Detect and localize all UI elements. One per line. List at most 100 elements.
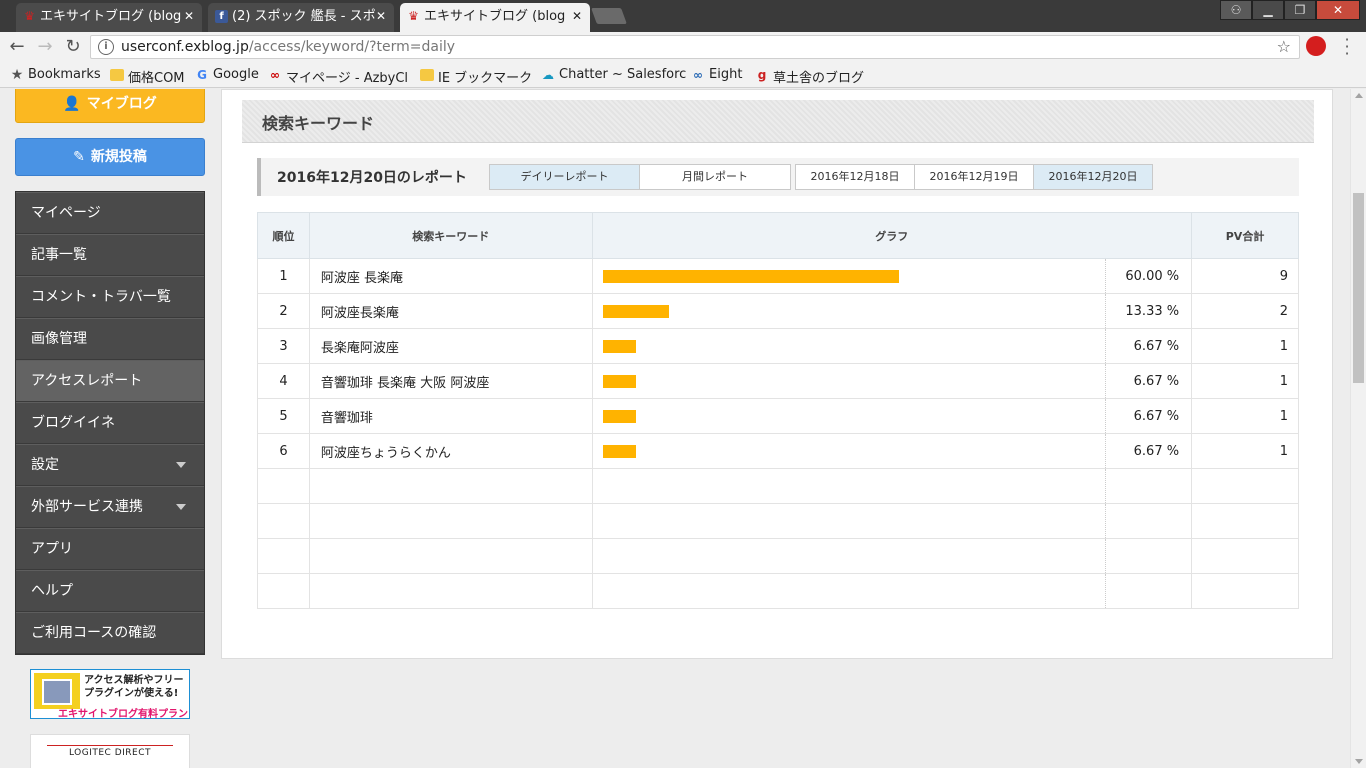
url-path: /access/keyword/?term=daily (248, 39, 456, 55)
new-post-button[interactable]: ✎ 新規投稿 (15, 138, 205, 176)
myblog-button[interactable]: 👤 マイブログ (15, 89, 205, 123)
date-tab-1219[interactable]: 2016年12月19日 (914, 164, 1034, 190)
sidebar-item-external-services[interactable]: 外部サービス連携 (16, 486, 204, 528)
restore-icon[interactable]: ❐ (1284, 0, 1316, 20)
sidebar-item-images[interactable]: 画像管理 (16, 318, 204, 360)
date-tab-1220[interactable]: 2016年12月20日 (1033, 164, 1153, 190)
minimize-icon[interactable]: ▁ (1252, 0, 1284, 20)
banner-image (34, 673, 80, 709)
browser-tab-3-active[interactable]: ♛ エキサイトブログ (blog ✕ (400, 3, 590, 32)
tab-close-icon[interactable]: ✕ (376, 3, 386, 30)
back-arrow-icon[interactable]: ← (6, 36, 28, 58)
share-bar (602, 409, 636, 423)
bookmarks-bar: ★ Bookmarks 価格COM G Google ∞ マイページ - AzbyCl… (0, 62, 1366, 88)
bookmark-item[interactable]: ☁ Chatter ~ Salesforc (541, 67, 686, 82)
banner-line-3: エキサイトブログ有料プラン (58, 709, 188, 720)
scroll-thumb[interactable] (1353, 193, 1364, 383)
new-tab-button[interactable] (591, 8, 627, 24)
user-profile-icon[interactable]: ⚇ (1220, 0, 1252, 20)
scroll-down-icon[interactable] (1355, 759, 1363, 764)
close-window-icon[interactable]: ✕ (1316, 0, 1360, 20)
bookmark-label: Bookmarks (28, 67, 101, 82)
scroll-up-icon[interactable] (1355, 93, 1363, 98)
cell-empty (591, 503, 1107, 539)
cell-empty (591, 573, 1107, 609)
bookmark-label: Eight (709, 67, 743, 82)
site-info-icon[interactable]: i (98, 39, 114, 55)
sidebar-item-label: ヘルプ (31, 583, 73, 599)
cell-rank: 3 (257, 328, 310, 364)
share-bar (602, 339, 636, 353)
cell-graph (591, 363, 1107, 399)
sidebar-item-course[interactable]: ご利用コースの確認 (16, 612, 204, 654)
google-icon: G (197, 68, 207, 82)
table-row: 6 阿波座ちょうらくかん 6.67 % 1 (257, 433, 1299, 469)
sidebar-item-comments[interactable]: コメント・トラバ一覧 (16, 276, 204, 318)
header-graph: グラフ (591, 212, 1193, 259)
cell-empty (308, 468, 593, 504)
share-bar (602, 269, 899, 283)
header-keyword: 検索キーワード (308, 212, 593, 259)
tab-daily-report[interactable]: デイリーレポート (489, 164, 640, 190)
cell-percent: 6.67 % (1105, 363, 1193, 399)
azby-icon: ∞ (270, 68, 280, 82)
browser-menu-icon[interactable]: · · · (1340, 32, 1354, 62)
cell-keyword: 音響珈琲 (308, 398, 593, 434)
cell-percent: 60.00 % (1105, 258, 1193, 294)
bookmark-item[interactable]: IE ブックマーク (420, 67, 532, 86)
sidebar-item-articles[interactable]: 記事一覧 (16, 234, 204, 276)
url-host: userconf.exblog.jp (121, 39, 249, 55)
sidebar-item-help[interactable]: ヘルプ (16, 570, 204, 612)
cell-keyword: 阿波座 長楽庵 (308, 258, 593, 294)
cell-pv: 1 (1191, 363, 1299, 399)
myblog-label: マイブログ (86, 96, 157, 112)
extension-icon[interactable] (1306, 36, 1326, 56)
sidebar-item-mypage[interactable]: マイページ (16, 192, 204, 234)
tab-label: 月間レポート (682, 170, 748, 183)
browser-tab-2[interactable]: f (2) スポック 艦長 - スポ ✕ (208, 3, 394, 32)
page-scrollbar[interactable] (1350, 89, 1366, 768)
banner-text: アクセス解析やフリー プラグインが使える! (84, 674, 184, 700)
sidebar-item-settings[interactable]: 設定 (16, 444, 204, 486)
cell-empty (308, 573, 593, 609)
bookmark-item[interactable]: G Google (195, 67, 259, 82)
sidebar-item-apps[interactable]: アプリ (16, 528, 204, 570)
bookmark-item[interactable]: ∞ マイページ - AzbyCl (268, 67, 408, 86)
bookmark-item[interactable]: g 草土舎のブログ (755, 67, 864, 86)
cell-percent: 6.67 % (1105, 328, 1193, 364)
sidebar-item-blog-iine[interactable]: ブログイイネ (16, 402, 204, 444)
tab-close-icon[interactable]: ✕ (184, 3, 194, 30)
bookmark-item[interactable]: ★ Bookmarks (10, 67, 101, 82)
sidebar-item-access-report[interactable]: アクセスレポート (16, 360, 204, 402)
bookmark-item[interactable]: 価格COM (110, 67, 185, 86)
caret-down-icon (176, 504, 186, 510)
new-post-label: 新規投稿 (90, 149, 147, 165)
url-input[interactable]: i userconf.exblog.jp/access/keyword/?ter… (90, 35, 1300, 59)
cell-empty (1191, 468, 1299, 504)
cell-percent: 6.67 % (1105, 433, 1193, 469)
reload-icon[interactable]: ↻ (62, 36, 84, 58)
sidebar-item-label: 設定 (31, 457, 59, 473)
caret-down-icon (176, 462, 186, 468)
tab-close-icon[interactable]: ✕ (572, 3, 582, 30)
paid-plan-banner[interactable]: アクセス解析やフリー プラグインが使える! エキサイトブログ有料プラン (30, 669, 190, 720)
table-header-row: 順位 検索キーワード グラフ PV合計 (257, 212, 1299, 259)
forward-arrow-icon[interactable]: → (34, 36, 56, 58)
cell-empty (1105, 573, 1193, 609)
cell-empty (257, 503, 310, 539)
logitec-label: LOGITEC DIRECT (47, 745, 173, 758)
bookmark-star-icon[interactable]: ☆ (1277, 37, 1291, 56)
date-tab-1218[interactable]: 2016年12月18日 (795, 164, 915, 190)
logitec-banner[interactable]: LOGITEC DIRECT (30, 734, 190, 768)
eight-icon: ∞ (693, 68, 703, 82)
cell-empty (257, 538, 310, 574)
salesforce-icon: ☁ (542, 68, 554, 82)
sidebar-item-label: アプリ (31, 541, 73, 557)
date-label: 2016年12月18日 (810, 170, 900, 183)
tab-monthly-report[interactable]: 月間レポート (639, 164, 791, 190)
sidebar-item-label: マイページ (31, 205, 101, 221)
bookmark-item[interactable]: ∞ Eight (691, 67, 742, 82)
main-panel: 検索キーワード 2016年12月20日のレポート デイリーレポート 月間レポート… (221, 89, 1333, 659)
cell-empty (257, 573, 310, 609)
browser-tab-1[interactable]: ♛ エキサイトブログ (blog ✕ (16, 3, 202, 32)
